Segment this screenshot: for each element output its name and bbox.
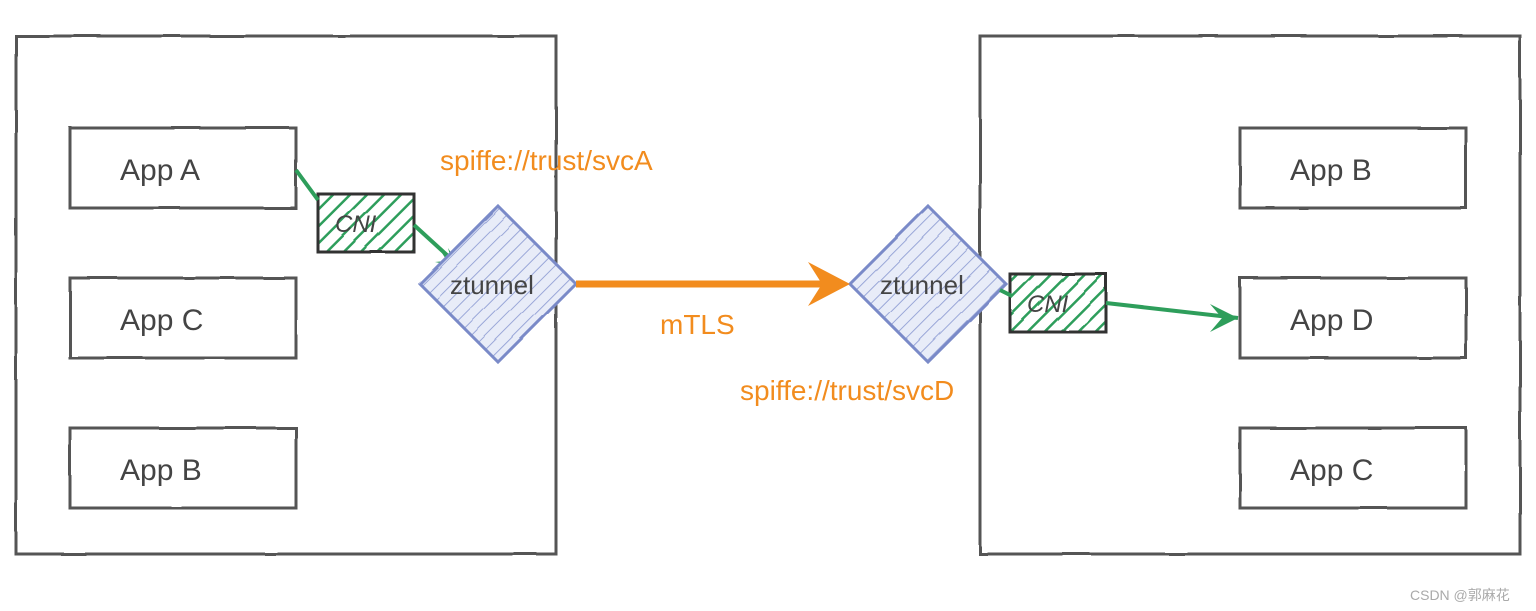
right-cni: CNI bbox=[1010, 274, 1106, 332]
right-app-b-label: App B bbox=[1290, 154, 1372, 187]
left-cni-label: CNI bbox=[335, 211, 377, 238]
left-ztunnel: ztunnel bbox=[420, 206, 576, 362]
right-app-c-label: App C bbox=[1290, 454, 1373, 487]
left-app-b: App B bbox=[70, 428, 296, 508]
right-app-c: App C bbox=[1240, 428, 1466, 508]
left-app-a-label: App A bbox=[120, 154, 200, 187]
spiffe-d-label: spiffe://trust/svcD bbox=[740, 375, 954, 406]
left-app-c-label: App C bbox=[120, 304, 203, 337]
left-ztunnel-label: ztunnel bbox=[450, 270, 534, 300]
right-cni-label: CNI bbox=[1027, 291, 1069, 318]
left-app-c: App C bbox=[70, 278, 296, 358]
left-cni: CNI bbox=[318, 194, 414, 252]
right-app-d-label: App D bbox=[1290, 304, 1373, 337]
right-app-d: App D bbox=[1240, 278, 1466, 358]
right-ztunnel-label: ztunnel bbox=[880, 270, 964, 300]
attribution: CSDN @郭麻花 bbox=[1410, 587, 1510, 603]
left-app-a: App A bbox=[70, 128, 296, 208]
arrow-appA-to-cni bbox=[296, 170, 318, 200]
right-ztunnel: ztunnel bbox=[850, 206, 1006, 362]
diagram-canvas: App A App C App B CNI ztunnel App B App … bbox=[0, 0, 1536, 611]
mtls-arrow bbox=[576, 262, 850, 306]
arrow-cni-to-appD bbox=[1106, 303, 1238, 332]
left-app-b-label: App B bbox=[120, 454, 202, 487]
spiffe-a-label: spiffe://trust/svcA bbox=[440, 145, 653, 176]
right-app-b: App B bbox=[1240, 128, 1466, 208]
mtls-label: mTLS bbox=[660, 309, 735, 340]
